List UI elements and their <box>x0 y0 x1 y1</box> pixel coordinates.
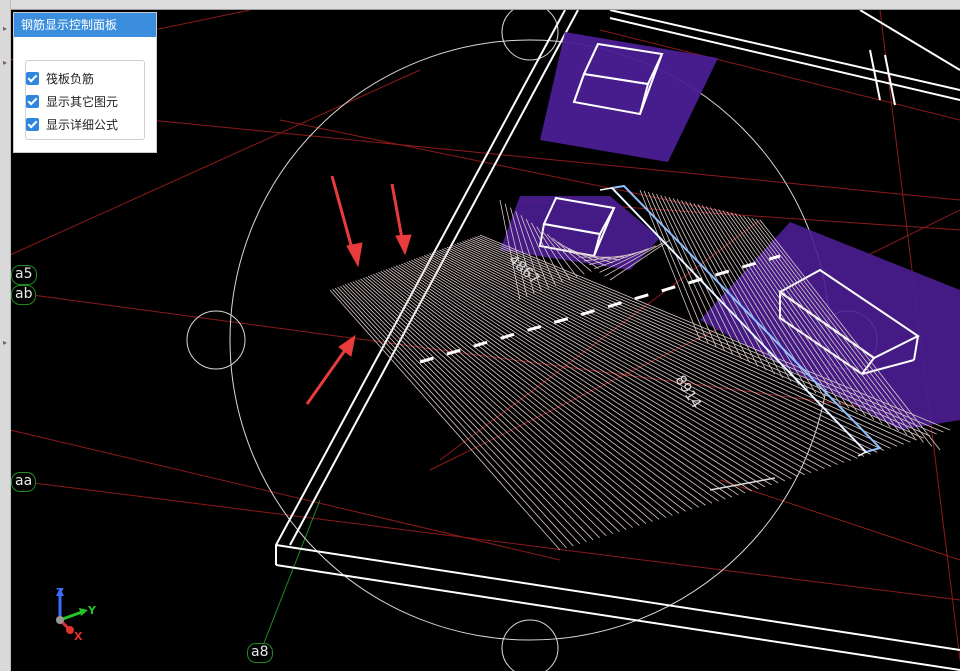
dock-arrow-icon[interactable]: ▸ <box>0 22 10 36</box>
triad-y-label: Y <box>88 604 96 617</box>
axis-label-ab: ab <box>11 285 37 305</box>
option-raft-negative-rebar[interactable]: 筏板负筋 <box>26 68 94 88</box>
checkbox-icon[interactable] <box>26 71 39 85</box>
option-label: 显示详细公式 <box>46 117 119 132</box>
axis-label-aa: aa <box>11 472 37 492</box>
left-dock-strip: ▸ ▸ ▸ <box>0 0 11 671</box>
panel-title: 钢筋显示控制面板 <box>14 13 156 37</box>
option-label: 显示其它图元 <box>46 94 119 109</box>
dock-arrow-icon[interactable]: ▸ <box>0 336 10 350</box>
option-show-detailed-formula[interactable]: 显示详细公式 <box>26 114 118 134</box>
axis-label-a5: a5 <box>11 265 37 285</box>
triad-x-label: X <box>74 630 83 643</box>
window-top-border <box>10 0 960 10</box>
triad-z-label: Z <box>56 586 64 599</box>
option-label: 筏板负筋 <box>46 71 95 86</box>
checkbox-icon[interactable] <box>26 94 39 108</box>
axis-label-a8: a8 <box>247 643 273 663</box>
option-show-other-elements[interactable]: 显示其它图元 <box>26 91 118 111</box>
checkbox-icon[interactable] <box>26 117 39 131</box>
rebar-display-control-panel: 钢筋显示控制面板 筏板负筋 显示其它图元 显示详细公式 <box>13 12 157 153</box>
dock-arrow-icon[interactable]: ▸ <box>0 56 10 70</box>
axis-triad: Z Y X <box>48 586 104 644</box>
